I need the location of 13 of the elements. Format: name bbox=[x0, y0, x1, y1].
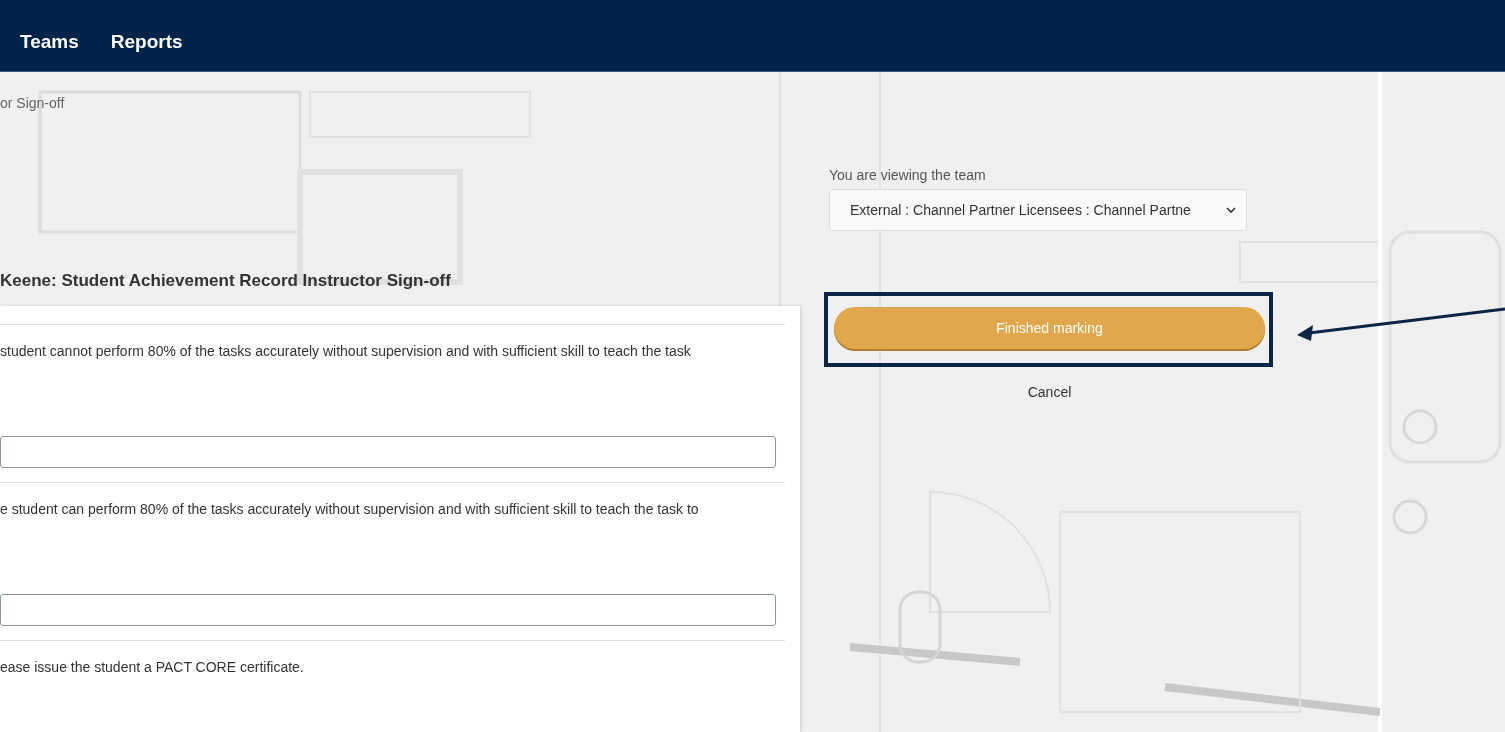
answer-field[interactable] bbox=[0, 436, 776, 468]
breadcrumb: or Sign-off bbox=[0, 95, 66, 113]
cancel-button[interactable]: Cancel bbox=[834, 377, 1265, 407]
question-text: student cannot perform 80% of the tasks accurately without supervision and with sufficient skill to teach the task bbox=[0, 342, 692, 360]
question-text: ease issue the student a PACT CORE certificate. bbox=[0, 658, 305, 676]
question-text: e student can perform 80% of the tasks accurately without supervision and with sufficient skill to teach the task to bbox=[0, 500, 700, 518]
chevron-down-icon bbox=[1226, 207, 1236, 213]
nav-link[interactable]: Reports bbox=[110, 18, 183, 53]
team-label: You are viewing the team bbox=[829, 167, 987, 185]
team-select[interactable]: External : Channel Partner Licensees : Channel Partne bbox=[829, 189, 1247, 231]
answer-field[interactable] bbox=[0, 594, 776, 626]
form-title: Keene: Student Achievement Record Instructor Sign-off bbox=[0, 271, 452, 292]
nav-link[interactable]: Teams bbox=[20, 18, 79, 53]
